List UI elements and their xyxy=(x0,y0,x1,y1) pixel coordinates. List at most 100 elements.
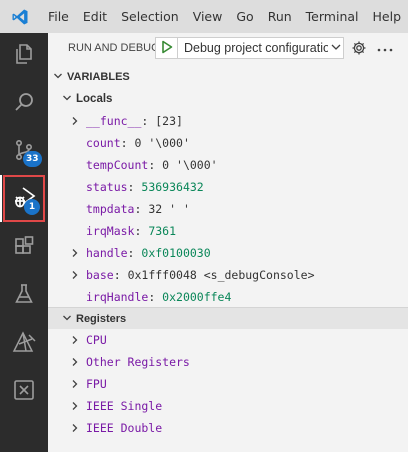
chevron-right-icon xyxy=(68,329,82,351)
debug-config-select[interactable]: Debug project configuration xyxy=(178,41,343,56)
variable-value: 0x2000ffe4 xyxy=(162,290,232,304)
excel-button[interactable] xyxy=(0,369,48,413)
register-group-label: IEEE Double xyxy=(86,421,163,435)
chevron-right-icon xyxy=(68,373,82,395)
start-debugging-button[interactable] xyxy=(156,38,178,58)
variable-separator: : xyxy=(120,136,135,150)
variable-row-status[interactable]: status: 536936432 xyxy=(48,176,408,198)
register-group-label: FPU xyxy=(86,377,107,391)
variable-value: 0xf0100030 xyxy=(141,246,211,260)
open-launch-json-button[interactable] xyxy=(351,40,367,56)
variable-separator: : xyxy=(134,202,149,216)
variable-name: base xyxy=(86,268,114,282)
extensions-icon xyxy=(12,234,36,261)
more-actions-button[interactable] xyxy=(376,40,394,56)
register-group-label: Other Registers xyxy=(86,355,190,369)
variable-row-tempcount[interactable]: tempCount: 0 '\000' xyxy=(48,154,408,176)
chevron-right-icon xyxy=(68,395,82,417)
explorer-icon xyxy=(12,42,36,69)
registers-header-label: Registers xyxy=(76,312,127,325)
locals-scope-row[interactable]: Locals xyxy=(48,88,408,110)
play-icon xyxy=(161,40,173,57)
gear-icon xyxy=(351,41,367,59)
menu-item-help[interactable]: Help xyxy=(366,0,408,33)
variable-name: __func__ xyxy=(86,114,142,128)
source-control-button[interactable]: 33 xyxy=(0,129,48,173)
search-button[interactable] xyxy=(0,81,48,125)
variable-separator: : xyxy=(134,224,149,238)
activity-bar: 33 1 xyxy=(0,33,48,452)
variable-separator: : xyxy=(113,268,128,282)
debug-config-widget: Debug project configuration xyxy=(155,37,344,59)
explorer-button[interactable] xyxy=(0,33,48,77)
variable-value: 0 '\000' xyxy=(162,158,218,172)
title-bar: File Edit Selection View Go Run Terminal Help xyxy=(0,0,408,33)
menu-item-file[interactable]: File xyxy=(41,0,76,33)
variable-separator: : xyxy=(127,180,142,194)
menu-item-terminal[interactable]: Terminal xyxy=(299,0,366,33)
variable-row-tmpdata[interactable]: tmpdata: 32 ' ' xyxy=(48,198,408,220)
menu-item-selection[interactable]: Selection xyxy=(114,0,186,33)
testing-icon xyxy=(12,282,36,309)
menu-item-view[interactable]: View xyxy=(186,0,230,33)
variable-row-base[interactable]: base: 0x1fff0048 <s_debugConsole> xyxy=(48,264,408,286)
embedded-tools-icon xyxy=(11,330,37,357)
variable-separator: : xyxy=(141,114,156,128)
chevron-right-icon xyxy=(68,242,82,264)
chevron-down-icon xyxy=(53,70,63,84)
variable-value: 7361 xyxy=(148,224,177,238)
debug-badge: 1 xyxy=(24,199,40,215)
variable-value: 32 ' ' xyxy=(148,202,190,216)
chevron-down-icon xyxy=(62,92,72,106)
variable-value: 536936432 xyxy=(141,180,204,194)
variable-row-irqmask[interactable]: irqMask: 7361 xyxy=(48,220,408,242)
menu-item-run[interactable]: Run xyxy=(261,0,299,33)
variables-section-header[interactable]: VARIABLES xyxy=(48,66,408,88)
variable-name: handle xyxy=(86,246,128,260)
variable-value: [23] xyxy=(155,114,183,128)
variable-value: 0 '\000' xyxy=(134,136,190,150)
embedded-tools-button[interactable] xyxy=(0,321,48,365)
chevron-right-icon xyxy=(68,264,82,286)
variable-separator: : xyxy=(148,290,163,304)
variable-separator: : xyxy=(127,246,142,260)
register-group-fpu[interactable]: FPU xyxy=(48,373,408,395)
register-group-cpu[interactable]: CPU xyxy=(48,329,408,351)
registers-section-header[interactable]: Registers xyxy=(48,307,408,329)
register-group-label: IEEE Single xyxy=(86,399,163,413)
menu-bar: File Edit Selection View Go Run Terminal Help xyxy=(41,0,408,33)
variable-row-irqhandle[interactable]: irqHandle: 0x2000ffe4 xyxy=(48,286,408,308)
chevron-down-icon xyxy=(62,312,72,326)
variable-row-handle[interactable]: handle: 0xf0100030 xyxy=(48,242,408,264)
chevron-right-icon xyxy=(68,351,82,373)
menu-item-edit[interactable]: Edit xyxy=(76,0,114,33)
run-title: RUN AND DEBUG xyxy=(68,42,160,54)
chevron-down-icon xyxy=(330,41,342,56)
run-and-debug-sidebar: RUN AND DEBUG Debug project configuratio… xyxy=(48,33,408,452)
register-group-other-registers[interactable]: Other Registers xyxy=(48,351,408,373)
variable-row-count[interactable]: count: 0 '\000' xyxy=(48,132,408,154)
variable-name: tempCount xyxy=(86,158,149,172)
register-group-ieee-double[interactable]: IEEE Double xyxy=(48,417,408,439)
vscode-logo-icon xyxy=(0,0,41,33)
variable-separator: : xyxy=(148,158,163,172)
search-icon xyxy=(12,90,36,117)
variable-row-func[interactable]: __func__: [23] xyxy=(48,110,408,132)
register-group-label: CPU xyxy=(86,333,107,347)
variable-name: tmpdata xyxy=(86,202,135,216)
variable-name: irqMask xyxy=(86,224,135,238)
variable-name: count xyxy=(86,136,121,150)
variable-name: irqHandle xyxy=(86,290,149,304)
chevron-right-icon xyxy=(68,417,82,439)
debug-config-label: Debug project configuration xyxy=(184,41,328,55)
excel-icon xyxy=(12,378,36,405)
register-group-ieee-single[interactable]: IEEE Single xyxy=(48,395,408,417)
variables-header-label: VARIABLES xyxy=(67,71,130,83)
menu-item-go[interactable]: Go xyxy=(229,0,260,33)
testing-button[interactable] xyxy=(0,273,48,317)
extensions-button[interactable] xyxy=(0,225,48,269)
source-control-badge: 33 xyxy=(23,151,42,167)
run-and-debug-button[interactable]: 1 xyxy=(0,177,48,221)
variable-value: 0x1fff0048 <s_debugConsole> xyxy=(127,268,315,282)
variable-name: status xyxy=(86,180,128,194)
